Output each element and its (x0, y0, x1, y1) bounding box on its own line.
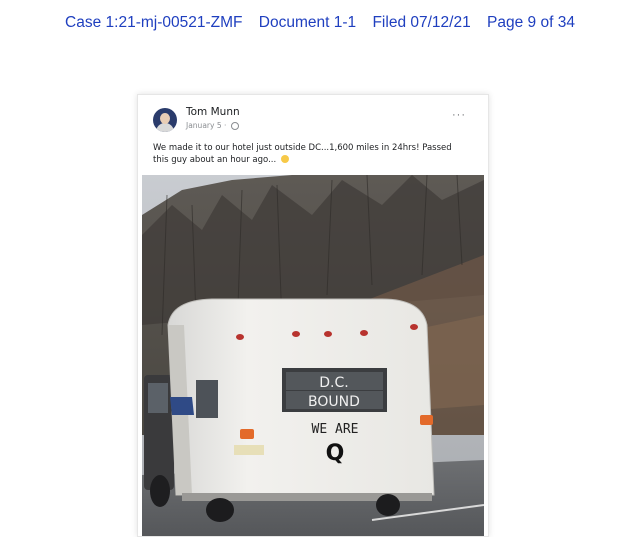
social-media-post: Tom Munn January 5 · ··· We made it to o… (137, 94, 489, 537)
globe-icon (230, 122, 239, 130)
post-date[interactable]: January 5 · (186, 121, 226, 130)
trailer-text-1: WE ARE (312, 422, 359, 437)
sign-line-2: BOUND (308, 394, 360, 410)
post-caption: We made it to our hotel just outside DC.… (153, 142, 473, 166)
more-options-icon[interactable]: ··· (452, 109, 466, 121)
trailer-text-2: Q (326, 441, 345, 466)
document-number: Document 1-1 (258, 14, 357, 31)
post-author[interactable]: Tom Munn (186, 106, 240, 118)
page-number: Page 9 of 34 (487, 14, 575, 31)
post-meta: January 5 · (186, 121, 239, 130)
case-number: Case 1:21-mj-00521-ZMF (65, 14, 243, 31)
avatar[interactable] (153, 108, 177, 132)
caption-line-2: this guy about an hour ago... (153, 155, 277, 165)
filed-date: Filed 07/12/21 (372, 14, 471, 31)
smile-emoji-icon (280, 155, 289, 163)
post-header: Tom Munn January 5 · ··· We made it to o… (138, 95, 488, 175)
caption-line-1: We made it to our hotel just outside DC.… (153, 143, 452, 153)
post-photo[interactable]: D.C. BOUND WE ARE Q (142, 175, 484, 536)
court-case-header: Case 1:21-mj-00521-ZMF Document 1-1 File… (0, 14, 640, 32)
sign-line-1: D.C. (319, 375, 348, 391)
